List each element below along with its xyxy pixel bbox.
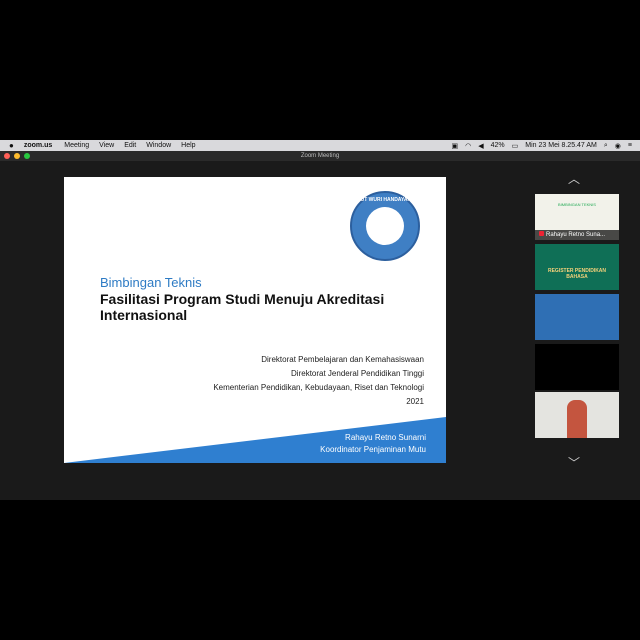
battery-icon[interactable]: ▭ bbox=[512, 142, 519, 150]
clock[interactable]: Min 23 Mei 8.25.47 AM bbox=[525, 142, 597, 149]
volume-icon[interactable]: ◀ bbox=[478, 142, 483, 150]
menu-window[interactable]: Window bbox=[146, 142, 171, 149]
participant-tile[interactable]: BIMBINGAN TEKNIS Rahayu Retno Suna... bbox=[535, 194, 619, 240]
logo-text: TUT WURI HANDAYANI bbox=[357, 197, 413, 203]
institution-block: Direktorat Pembelajaran dan Kemahasiswaa… bbox=[213, 353, 424, 409]
slide-title: Fasilitasi Program Studi Menuju Akredita… bbox=[100, 291, 385, 323]
institution-line: Direktorat Jenderal Pendidikan Tinggi bbox=[291, 369, 424, 378]
tile-content-text: REGISTER PENDIDIKAN BAHASA bbox=[547, 268, 607, 280]
institution-line: Kementerian Pendidikan, Kebudayaan, Rise… bbox=[213, 383, 424, 392]
control-center-icon[interactable]: ◉ bbox=[615, 142, 621, 150]
scroll-up-arrow-icon[interactable]: ︿ bbox=[568, 170, 580, 187]
tile-content-text: BIMBINGAN TEKNIS bbox=[558, 202, 596, 207]
menu-help[interactable]: Help bbox=[181, 142, 195, 149]
apple-menu-icon[interactable]: ● bbox=[9, 141, 14, 150]
macos-menubar: ● zoom.us Meeting View Edit Window Help … bbox=[0, 140, 640, 151]
zoom-status-icon[interactable]: ▣ bbox=[452, 142, 459, 150]
minimize-window-button[interactable] bbox=[14, 153, 20, 159]
scroll-down-arrow-icon[interactable]: ﹀ bbox=[568, 454, 580, 471]
menu-list-icon[interactable]: ≡ bbox=[628, 142, 632, 149]
presenter-block: Rahayu Retno Sunarni Koordinator Penjami… bbox=[320, 432, 426, 456]
institution-line: Direktorat Pembelajaran dan Kemahasiswaa… bbox=[261, 355, 424, 364]
app-menu[interactable]: zoom.us bbox=[24, 142, 52, 149]
participant-person bbox=[567, 400, 587, 438]
menu-meeting[interactable]: Meeting bbox=[64, 142, 89, 149]
fullscreen-window-button[interactable] bbox=[24, 153, 30, 159]
menu-edit[interactable]: Edit bbox=[124, 142, 136, 149]
participant-tile[interactable] bbox=[535, 344, 619, 390]
wifi-icon[interactable]: ◠ bbox=[465, 142, 471, 150]
close-window-button[interactable] bbox=[4, 153, 10, 159]
battery-percent: 42% bbox=[490, 142, 505, 149]
institution-year: 2021 bbox=[406, 397, 424, 406]
shared-slide: TUT WURI HANDAYANI Bimbingan Teknis Fasi… bbox=[64, 177, 446, 463]
window-titlebar: Zoom Meeting bbox=[0, 151, 640, 161]
window-title: Zoom Meeting bbox=[300, 153, 340, 159]
tut-wuri-handayani-logo: TUT WURI HANDAYANI bbox=[350, 191, 420, 261]
menu-view[interactable]: View bbox=[99, 142, 114, 149]
participant-tile[interactable] bbox=[535, 294, 619, 340]
mic-muted-icon bbox=[539, 231, 544, 236]
presenter-role: Koordinator Penjaminan Mutu bbox=[320, 445, 426, 454]
participant-name: Rahayu Retno Suna... bbox=[535, 230, 619, 240]
presenter-name: Rahayu Retno Sunarni bbox=[345, 433, 426, 442]
menubar-status: ▣ ◠ ◀ 42% ▭ Min 23 Mei 8.25.47 AM ⌕ ◉ ≡ bbox=[452, 142, 632, 150]
slide-subtitle: Bimbingan Teknis bbox=[100, 275, 202, 290]
search-icon[interactable]: ⌕ bbox=[604, 142, 608, 150]
participant-tile[interactable]: REGISTER PENDIDIKAN BAHASA bbox=[535, 244, 619, 290]
participant-tile[interactable] bbox=[535, 392, 619, 438]
window-controls bbox=[4, 153, 30, 159]
